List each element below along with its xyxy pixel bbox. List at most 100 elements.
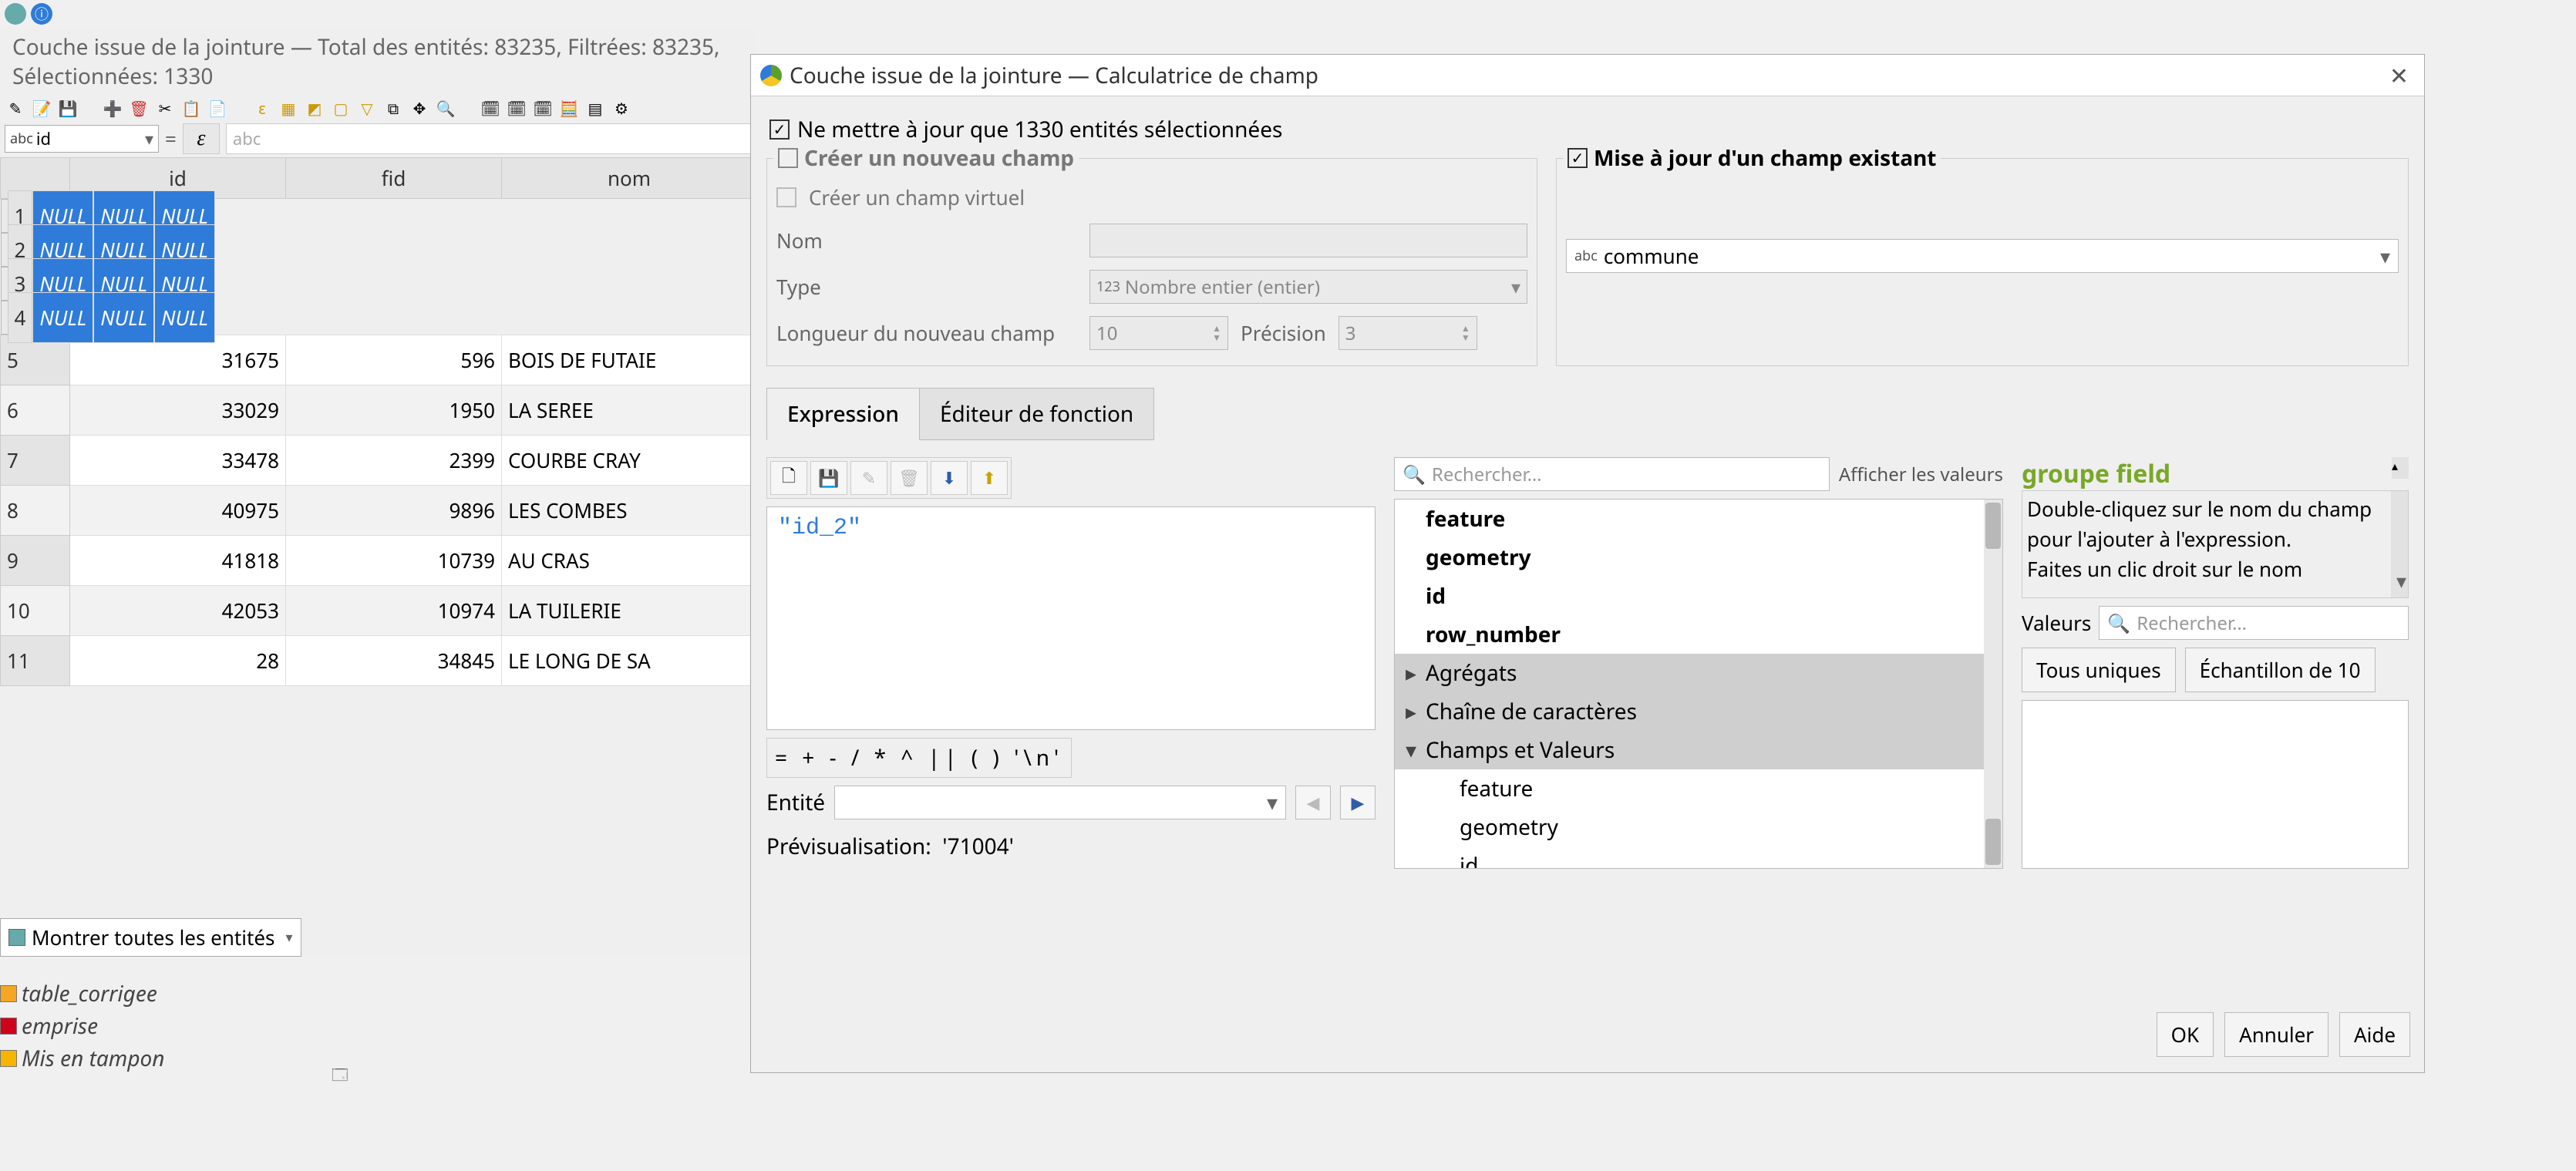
cell-fid[interactable]: 1950 [286,385,502,436]
expression-dialog-button[interactable]: ε [183,123,220,154]
cell-id[interactable]: NULL [32,292,93,343]
tree-item[interactable]: id [1395,577,2002,615]
select-by-expression-icon[interactable]: ε [253,99,271,117]
organize-columns-icon[interactable]: 🗓 [534,99,552,117]
checkbox-checked-icon[interactable] [1567,148,1588,168]
expression-code-editor[interactable]: "id_2" [766,506,1376,730]
field-selector[interactable]: abc id ▾ [5,125,159,153]
add-feature-icon[interactable]: ➕ [103,99,122,117]
row-number-cell[interactable]: 6 [1,385,70,436]
column-header[interactable]: nom [502,158,757,199]
chevron-down-icon[interactable]: ▾ [2396,566,2406,596]
export-expression-icon[interactable]: ⬆ [971,461,1008,495]
values-list[interactable] [2022,700,2409,869]
pan-to-selected-icon[interactable]: ✥ [410,99,429,117]
actions-icon[interactable]: ⚙ [612,99,631,117]
close-button[interactable]: ✕ [2383,59,2415,91]
cell-id[interactable]: 41818 [70,536,286,586]
checkbox-checked-icon[interactable] [769,119,790,140]
table-row[interactable]: 8409759896LES COMBES [1,486,757,536]
save-expression-icon[interactable]: 💾 [810,461,847,495]
new-expression-icon[interactable]: 🗋 [770,461,807,495]
row-number-cell[interactable]: 4 [8,292,33,343]
tree-category[interactable]: ▸Agrégats [1395,654,2002,692]
cell-nom[interactable]: LES COMBES [502,486,757,536]
table-row[interactable]: 7334782399COURBE CRAY [1,436,757,486]
help-button[interactable]: Aide [2339,1012,2410,1057]
cell-nom[interactable]: COURBE CRAY [502,436,757,486]
field-calculator-icon[interactable]: 🧮 [560,99,578,117]
function-search-input[interactable]: 🔍 Rechercher… [1394,457,1830,491]
layer-item[interactable]: table_corrigee [0,978,165,1010]
table-row[interactable]: 112834845LE LONG DE SA [1,636,757,686]
cell-fid[interactable]: 34845 [286,636,502,686]
cell-fid[interactable]: NULL [93,292,154,343]
show-values-link[interactable]: Afficher les valeurs [1839,462,2003,487]
move-selection-top-icon[interactable]: ⧉ [384,99,402,117]
tree-item[interactable]: geometry [1395,538,2002,577]
cell-nom[interactable]: LA SEREE [502,385,757,436]
cell-fid[interactable]: 2399 [286,436,502,486]
update-field-select[interactable]: abc commune ▾ [1566,239,2399,273]
table-row[interactable]: 4NULLNULLNULL [1,301,70,335]
cell-nom[interactable]: AU CRAS [502,536,757,586]
cancel-button[interactable]: Annuler [2224,1012,2329,1057]
invert-selection-icon[interactable]: ◩ [305,99,324,117]
table-filter-combo[interactable]: Montrer toutes les entités ▾ [0,918,301,957]
column-header[interactable]: fid [286,158,502,199]
tree-item[interactable]: row_number [1395,615,2002,654]
values-search-input[interactable]: 🔍 Rechercher… [2099,606,2409,640]
table-row[interactable]: 94181810739AU CRAS [1,536,757,586]
layer-item[interactable]: emprise [0,1010,165,1042]
tab-expression[interactable]: Expression [766,388,920,440]
row-number-cell[interactable]: 11 [1,636,70,686]
tree-subitem[interactable]: id [1395,846,2002,869]
select-all-icon[interactable]: ▦ [279,99,298,117]
delete-feature-icon[interactable]: 🗑 [130,99,148,117]
row-number-cell[interactable]: 8 [1,486,70,536]
attribute-table[interactable]: id fid nom 1NULLNULLNULL2NULLNULLNULL3NU… [0,157,757,686]
new-field-icon[interactable]: 🗓 [481,99,500,117]
ok-button[interactable]: OK [2157,1012,2214,1057]
import-expression-icon[interactable]: ⬇ [931,461,968,495]
cell-id[interactable]: 33478 [70,436,286,486]
tree-scrollbar[interactable] [1984,500,2002,868]
function-tree[interactable]: feature geometry id row_number ▸Agrégats… [1394,499,2003,869]
next-feature-button[interactable]: ▶ [1340,786,1376,819]
entity-select[interactable]: ▾ [834,786,1286,819]
cell-id[interactable]: 42053 [70,586,286,636]
operator-buttons[interactable]: = + - / * ^ || ( ) '\n' [766,738,1072,778]
tree-subitem[interactable]: geometry [1395,808,2002,846]
cut-icon[interactable]: ✂ [156,99,174,117]
row-number-cell[interactable]: 9 [1,536,70,586]
help-scroll-up-icon[interactable]: ▴ [2392,457,2409,479]
table-row[interactable]: 6330291950LA SEREE [1,385,757,436]
cell-nom[interactable]: BOIS DE FUTAIE [502,335,757,385]
zoom-to-selected-icon[interactable]: 🔍 [436,99,455,117]
cell-id[interactable]: 28 [70,636,286,686]
save-edits-icon[interactable]: 💾 [59,99,77,117]
tree-category[interactable]: ▸Chaîne de caractères [1395,692,2002,731]
table-row[interactable]: 104205310974LA TUILERIE [1,586,757,636]
paste-icon[interactable]: 📄 [208,99,227,117]
cell-id[interactable]: 33029 [70,385,286,436]
cell-nom[interactable]: NULL [154,292,215,343]
cell-fid[interactable]: 9896 [286,486,502,536]
cell-nom[interactable]: LE LONG DE SA [502,636,757,686]
tab-function-editor[interactable]: Éditeur de fonction [919,388,1154,440]
tree-category-open[interactable]: ▾Champs et Valeurs [1395,731,2002,769]
copy-icon[interactable]: 📋 [182,99,200,117]
dialog-titlebar[interactable]: Couche issue de la jointure — Calculatri… [751,55,2424,96]
row-number-cell[interactable]: 10 [1,586,70,636]
layer-panel-options-icon[interactable]: 🗔 [332,1064,349,1090]
tree-item[interactable]: feature [1395,500,2002,538]
deselect-icon[interactable]: ▢ [332,99,350,117]
cell-fid[interactable]: 10974 [286,586,502,636]
all-unique-button[interactable]: Tous uniques [2022,648,2176,692]
conditional-formatting-icon[interactable]: ▤ [586,99,604,117]
cell-fid[interactable]: 596 [286,335,502,385]
sample-10-button[interactable]: Échantillon de 10 [2185,648,2376,692]
quick-expression-input[interactable]: abc [226,123,753,154]
filter-selection-icon[interactable]: ▽ [358,99,376,117]
cell-id[interactable]: 40975 [70,486,286,536]
